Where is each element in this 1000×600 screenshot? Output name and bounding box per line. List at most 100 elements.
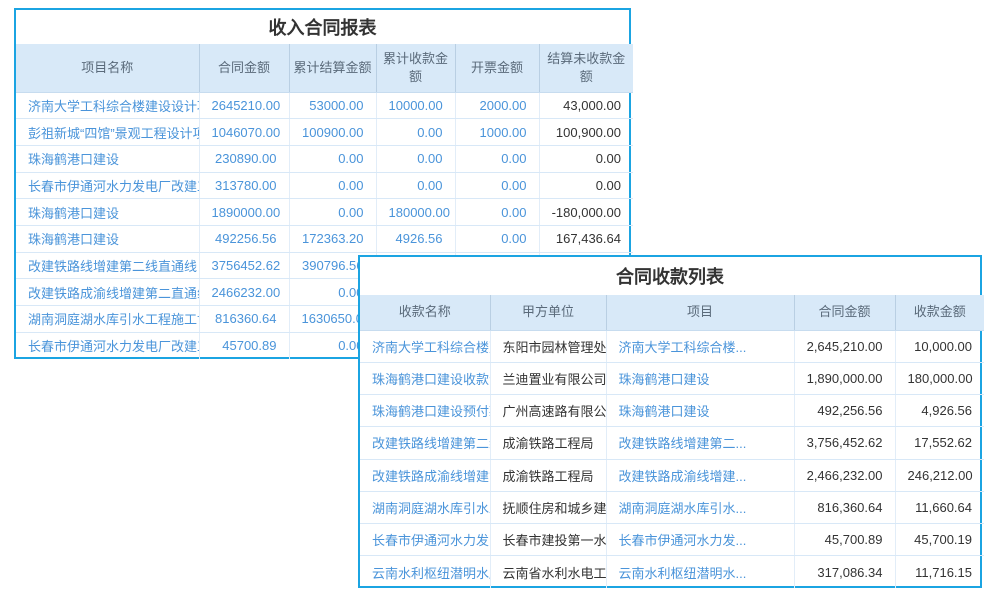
column-header: 开票金额 [455, 44, 539, 92]
cell-link[interactable]: 改建铁路成渝线增建... [606, 459, 794, 491]
income-report-title: 收入合同报表 [16, 10, 629, 44]
table-row: 济南大学工科综合楼建...东阳市园林管理处济南大学工科综合楼...2,645,2… [360, 330, 984, 362]
cell-value: 45,700.89 [794, 524, 895, 556]
cell-link[interactable]: 45700.89 [199, 332, 289, 359]
cell-link[interactable]: 0.00 [289, 199, 376, 226]
cell-link[interactable]: 0.00 [455, 145, 539, 172]
cell-link[interactable]: 湖南洞庭湖水库引水... [606, 491, 794, 523]
cell-link[interactable]: 湖南洞庭湖水库引水工... [360, 491, 490, 523]
table-row: 珠海鹤港口建设收款合同兰迪置业有限公司珠海鹤港口建设1,890,000.0018… [360, 362, 984, 394]
table-row: 济南大学工科综合楼建设设计项目2645210.0053000.0010000.0… [16, 92, 633, 119]
cell-link[interactable]: 0.00 [289, 145, 376, 172]
cell-value: 2,645,210.00 [794, 330, 895, 362]
cell-link[interactable]: 3756452.62 [199, 252, 289, 279]
cell-link[interactable]: 0.00 [289, 172, 376, 199]
cell-value: 0.00 [539, 172, 633, 199]
table-row: 珠海鹤港口建设预付款广州高速路有限公司珠海鹤港口建设492,256.564,92… [360, 395, 984, 427]
cell-value: 长春市建投第一水利... [490, 524, 606, 556]
cell-value: 43,000.00 [539, 92, 633, 119]
column-header: 项目名称 [16, 44, 199, 92]
cell-link[interactable]: 53000.00 [289, 92, 376, 119]
cell-link[interactable]: 济南大学工科综合楼建... [360, 330, 490, 362]
cell-link[interactable]: 10000.00 [376, 92, 455, 119]
cell-link[interactable]: 长春市伊通河水力发... [606, 524, 794, 556]
cell-link[interactable]: 改建铁路成渝线增建第... [360, 459, 490, 491]
cell-link[interactable]: 0.00 [455, 225, 539, 252]
cell-value: 180,000.00 [895, 362, 984, 394]
cell-value: 317,086.34 [794, 556, 895, 588]
cell-link[interactable]: 珠海鹤港口建设 [16, 199, 199, 226]
table-row: 湖南洞庭湖水库引水工...抚顺住房和城乡建设局湖南洞庭湖水库引水...816,3… [360, 491, 984, 523]
cell-link[interactable]: 珠海鹤港口建设 [606, 395, 794, 427]
cell-link[interactable]: 230890.00 [199, 145, 289, 172]
cell-link[interactable]: 0.00 [455, 199, 539, 226]
cell-link[interactable]: 改建铁路线增建第二线直通线 [16, 252, 199, 279]
cell-link[interactable]: 济南大学工科综合楼... [606, 330, 794, 362]
cell-link[interactable]: 改建铁路线增建第二线... [360, 427, 490, 459]
cell-link[interactable]: 济南大学工科综合楼建设设计项目 [16, 92, 199, 119]
table-row: 长春市伊通河水力发电厂改建工程313780.000.000.000.000.00 [16, 172, 633, 199]
cell-link[interactable]: 2466232.00 [199, 279, 289, 306]
table-row: 改建铁路成渝线增建第...成渝铁路工程局改建铁路成渝线增建...2,466,23… [360, 459, 984, 491]
cell-link[interactable]: 313780.00 [199, 172, 289, 199]
cell-value: 广州高速路有限公司 [490, 395, 606, 427]
cell-value: 11,660.64 [895, 491, 984, 523]
cell-link[interactable]: 珠海鹤港口建设收款合同 [360, 362, 490, 394]
cell-link[interactable]: 2645210.00 [199, 92, 289, 119]
cell-link[interactable]: 长春市伊通河水力发电... [360, 524, 490, 556]
cell-value: 17,552.62 [895, 427, 984, 459]
cell-link[interactable]: 0.00 [376, 145, 455, 172]
cell-link[interactable]: 珠海鹤港口建设 [16, 225, 199, 252]
cell-link[interactable]: 云南水利枢纽潜明水库... [360, 556, 490, 588]
table-row: 改建铁路线增建第二线...成渝铁路工程局改建铁路线增建第二...3,756,45… [360, 427, 984, 459]
cell-link[interactable]: 0.00 [455, 172, 539, 199]
cell-link[interactable]: 0.00 [376, 119, 455, 146]
collection-list-table: 收款名称甲方单位项目合同金额收款金额 济南大学工科综合楼建...东阳市园林管理处… [360, 295, 984, 588]
cell-value: 2,466,232.00 [794, 459, 895, 491]
column-header: 合同金额 [199, 44, 289, 92]
cell-value: 抚顺住房和城乡建设局 [490, 491, 606, 523]
cell-link[interactable]: 172363.20 [289, 225, 376, 252]
header-row: 收款名称甲方单位项目合同金额收款金额 [360, 295, 984, 330]
contract-collection-list-panel: 合同收款列表 收款名称甲方单位项目合同金额收款金额 济南大学工科综合楼建...东… [358, 255, 982, 588]
cell-link[interactable]: 2000.00 [455, 92, 539, 119]
cell-link[interactable]: 492256.56 [199, 225, 289, 252]
column-header: 结算未收款金额 [539, 44, 633, 92]
cell-value: 0.00 [539, 145, 633, 172]
cell-link[interactable]: 1000.00 [455, 119, 539, 146]
cell-link[interactable]: 珠海鹤港口建设 [16, 145, 199, 172]
cell-value: 167,436.64 [539, 225, 633, 252]
cell-link[interactable]: 湖南洞庭湖水库引水工程施工协议 [16, 306, 199, 333]
cell-value: 1,890,000.00 [794, 362, 895, 394]
cell-link[interactable]: 0.00 [376, 172, 455, 199]
cell-value: 云南省水利水电工程... [490, 556, 606, 588]
cell-link[interactable]: 珠海鹤港口建设 [606, 362, 794, 394]
cell-value: 246,212.00 [895, 459, 984, 491]
column-header: 项目 [606, 295, 794, 330]
cell-value: 492,256.56 [794, 395, 895, 427]
column-header: 累计结算金额 [289, 44, 376, 92]
cell-link[interactable]: 云南水利枢纽潜明水... [606, 556, 794, 588]
cell-link[interactable]: 珠海鹤港口建设预付款 [360, 395, 490, 427]
table-row: 彭祖新城“四馆”景观工程设计项目1046070.00100900.000.001… [16, 119, 633, 146]
cell-value: -180,000.00 [539, 199, 633, 226]
cell-link[interactable]: 1890000.00 [199, 199, 289, 226]
cell-value: 816,360.64 [794, 491, 895, 523]
cell-value: 11,716.15 [895, 556, 984, 588]
column-header: 甲方单位 [490, 295, 606, 330]
cell-value: 3,756,452.62 [794, 427, 895, 459]
cell-link[interactable]: 改建铁路成渝线增建第二直通线路 [16, 279, 199, 306]
cell-link[interactable]: 1046070.00 [199, 119, 289, 146]
column-header: 收款名称 [360, 295, 490, 330]
cell-link[interactable]: 改建铁路线增建第二... [606, 427, 794, 459]
table-row: 长春市伊通河水力发电...长春市建投第一水利...长春市伊通河水力发...45,… [360, 524, 984, 556]
cell-link[interactable]: 长春市伊通河水力发电厂改建工程 [16, 172, 199, 199]
cell-link[interactable]: 长春市伊通河水力发电厂改建工程 [16, 332, 199, 359]
cell-link[interactable]: 180000.00 [376, 199, 455, 226]
column-header: 合同金额 [794, 295, 895, 330]
cell-link[interactable]: 彭祖新城“四馆”景观工程设计项目 [16, 119, 199, 146]
cell-link[interactable]: 816360.64 [199, 306, 289, 333]
cell-link[interactable]: 4926.56 [376, 225, 455, 252]
table-row: 云南水利枢纽潜明水库...云南省水利水电工程...云南水利枢纽潜明水...317… [360, 556, 984, 588]
cell-link[interactable]: 100900.00 [289, 119, 376, 146]
